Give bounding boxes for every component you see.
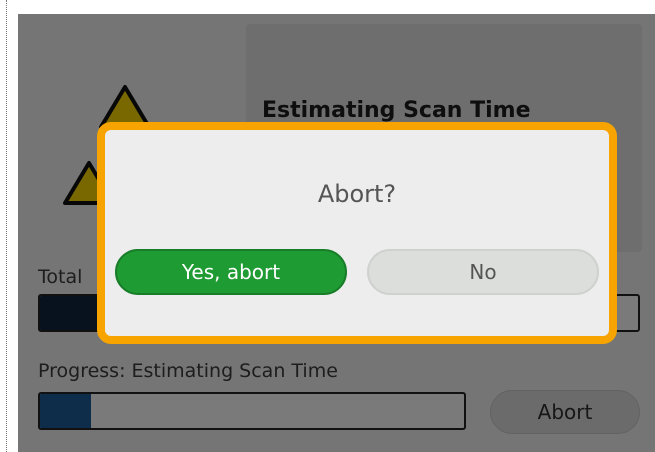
scan-screen: Estimating Scan Time Total Progress: Est… — [18, 14, 655, 452]
cancel-button[interactable]: No — [367, 249, 599, 295]
dialog-title: Abort? — [317, 180, 397, 208]
abort-confirm-dialog: Abort? Yes, abort No — [97, 122, 617, 344]
confirm-abort-button[interactable]: Yes, abort — [115, 249, 347, 295]
window-edge — [6, 0, 7, 452]
